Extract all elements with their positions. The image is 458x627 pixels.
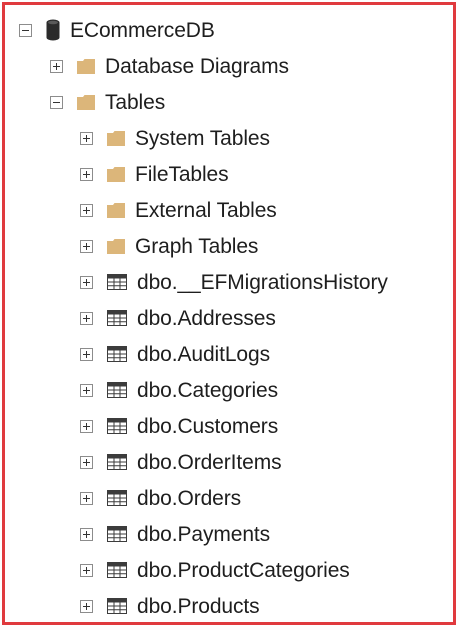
tree-node-label: Database Diagrams	[105, 54, 289, 78]
table-icon	[107, 310, 127, 326]
database-icon	[46, 19, 60, 41]
table-icon	[107, 454, 127, 470]
object-explorer-panel: ECommerceDB Database Diagrams Tables Sys…	[2, 2, 456, 625]
expand-toggle-icon[interactable]	[80, 131, 93, 145]
expand-toggle-icon[interactable]	[80, 239, 93, 253]
expand-toggle-icon[interactable]	[80, 383, 93, 397]
tree-node-label: dbo.Categories	[137, 378, 279, 402]
folder-icon	[77, 58, 95, 74]
table-icon	[107, 490, 127, 506]
tree-node-table[interactable]: dbo.Products	[5, 588, 453, 622]
tree-node-tables[interactable]: Tables	[5, 84, 453, 120]
tree-node-external-tables[interactable]: External Tables	[5, 192, 453, 228]
expand-toggle-icon[interactable]	[80, 311, 93, 325]
tree-node-label: dbo.ProductCategories	[137, 558, 350, 582]
folder-icon	[77, 94, 95, 110]
expand-toggle-icon[interactable]	[80, 491, 93, 505]
tree-node-database-diagrams[interactable]: Database Diagrams	[5, 48, 453, 84]
tree-node-filetables[interactable]: FileTables	[5, 156, 453, 192]
table-icon	[107, 598, 127, 614]
tree-node-label: dbo.AuditLogs	[137, 342, 270, 366]
table-icon	[107, 382, 127, 398]
tree-node-label: System Tables	[135, 126, 270, 150]
expand-toggle-icon[interactable]	[80, 419, 93, 433]
object-explorer-tree: ECommerceDB Database Diagrams Tables Sys…	[5, 12, 453, 622]
tree-node-label: Graph Tables	[135, 234, 259, 258]
tree-node-table[interactable]: dbo.Addresses	[5, 300, 453, 336]
table-icon	[107, 274, 127, 290]
tree-node-label: dbo.Products	[137, 594, 260, 618]
expand-toggle-icon[interactable]	[80, 203, 93, 217]
tree-node-table[interactable]: dbo.ProductCategories	[5, 552, 453, 588]
folder-icon	[107, 202, 125, 218]
expand-toggle-icon[interactable]	[80, 347, 93, 361]
folder-icon	[107, 238, 125, 254]
tree-node-table[interactable]: dbo.__EFMigrationsHistory	[5, 264, 453, 300]
expand-toggle-icon[interactable]	[80, 599, 93, 613]
folder-icon	[107, 166, 125, 182]
tree-node-database[interactable]: ECommerceDB	[5, 12, 453, 48]
tree-node-label: dbo.OrderItems	[137, 450, 282, 474]
tree-node-label: dbo.__EFMigrationsHistory	[137, 270, 388, 294]
tree-node-table[interactable]: dbo.Categories	[5, 372, 453, 408]
collapse-toggle-icon[interactable]	[19, 23, 32, 37]
expand-toggle-icon[interactable]	[80, 527, 93, 541]
tree-node-graph-tables[interactable]: Graph Tables	[5, 228, 453, 264]
table-icon	[107, 346, 127, 362]
folder-icon	[107, 130, 125, 146]
tree-node-table[interactable]: dbo.Orders	[5, 480, 453, 516]
tree-node-label: dbo.Orders	[137, 486, 242, 510]
tree-node-table[interactable]: dbo.Payments	[5, 516, 453, 552]
tree-node-label: dbo.Payments	[137, 522, 271, 546]
tree-node-table[interactable]: dbo.OrderItems	[5, 444, 453, 480]
tree-node-label: Tables	[105, 90, 166, 114]
tree-node-label: dbo.Customers	[137, 414, 279, 438]
tree-node-label: dbo.Addresses	[137, 306, 276, 330]
table-icon	[107, 562, 127, 578]
expand-toggle-icon[interactable]	[50, 59, 63, 73]
expand-toggle-icon[interactable]	[80, 275, 93, 289]
collapse-toggle-icon[interactable]	[50, 95, 63, 109]
expand-toggle-icon[interactable]	[80, 167, 93, 181]
database-name: ECommerceDB	[70, 18, 215, 42]
tree-node-system-tables[interactable]: System Tables	[5, 120, 453, 156]
tree-node-table[interactable]: dbo.AuditLogs	[5, 336, 453, 372]
tree-node-label: External Tables	[135, 198, 277, 222]
expand-toggle-icon[interactable]	[80, 455, 93, 469]
table-icon	[107, 526, 127, 542]
table-icon	[107, 418, 127, 434]
expand-toggle-icon[interactable]	[80, 563, 93, 577]
tree-node-table[interactable]: dbo.Customers	[5, 408, 453, 444]
tree-node-label: FileTables	[135, 162, 229, 186]
